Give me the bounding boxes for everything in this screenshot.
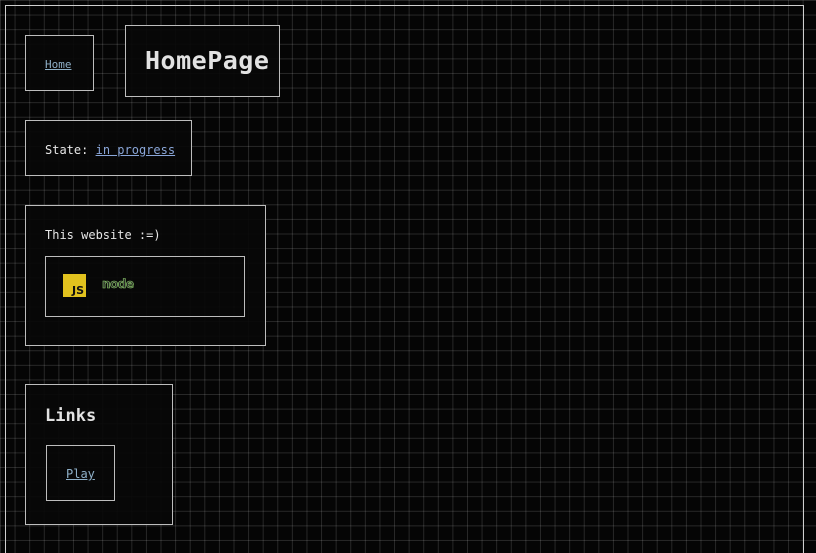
about-text: This website :=) [45, 228, 161, 242]
home-link[interactable]: Home [45, 58, 72, 71]
home-nav-box: Home [25, 35, 94, 91]
state-box: State: in progress [25, 120, 192, 176]
javascript-logo-text: JS [71, 284, 84, 297]
page-title-box: HomePage [125, 25, 280, 97]
page-title: HomePage [145, 46, 270, 75]
state-value-link[interactable]: in progress [96, 143, 175, 157]
links-box: Links Play [25, 384, 173, 525]
play-link-box: Play [46, 445, 115, 501]
nodejs-logo-icon: node [102, 277, 135, 292]
state-row: State: in progress [45, 143, 175, 157]
state-label: State: [45, 143, 89, 157]
play-link[interactable]: Play [66, 467, 95, 481]
links-heading: Links [45, 406, 97, 426]
about-website-box: This website :=) JS node [25, 205, 266, 346]
tech-stack-box: JS node [45, 256, 245, 317]
javascript-logo-icon: JS [63, 274, 86, 297]
